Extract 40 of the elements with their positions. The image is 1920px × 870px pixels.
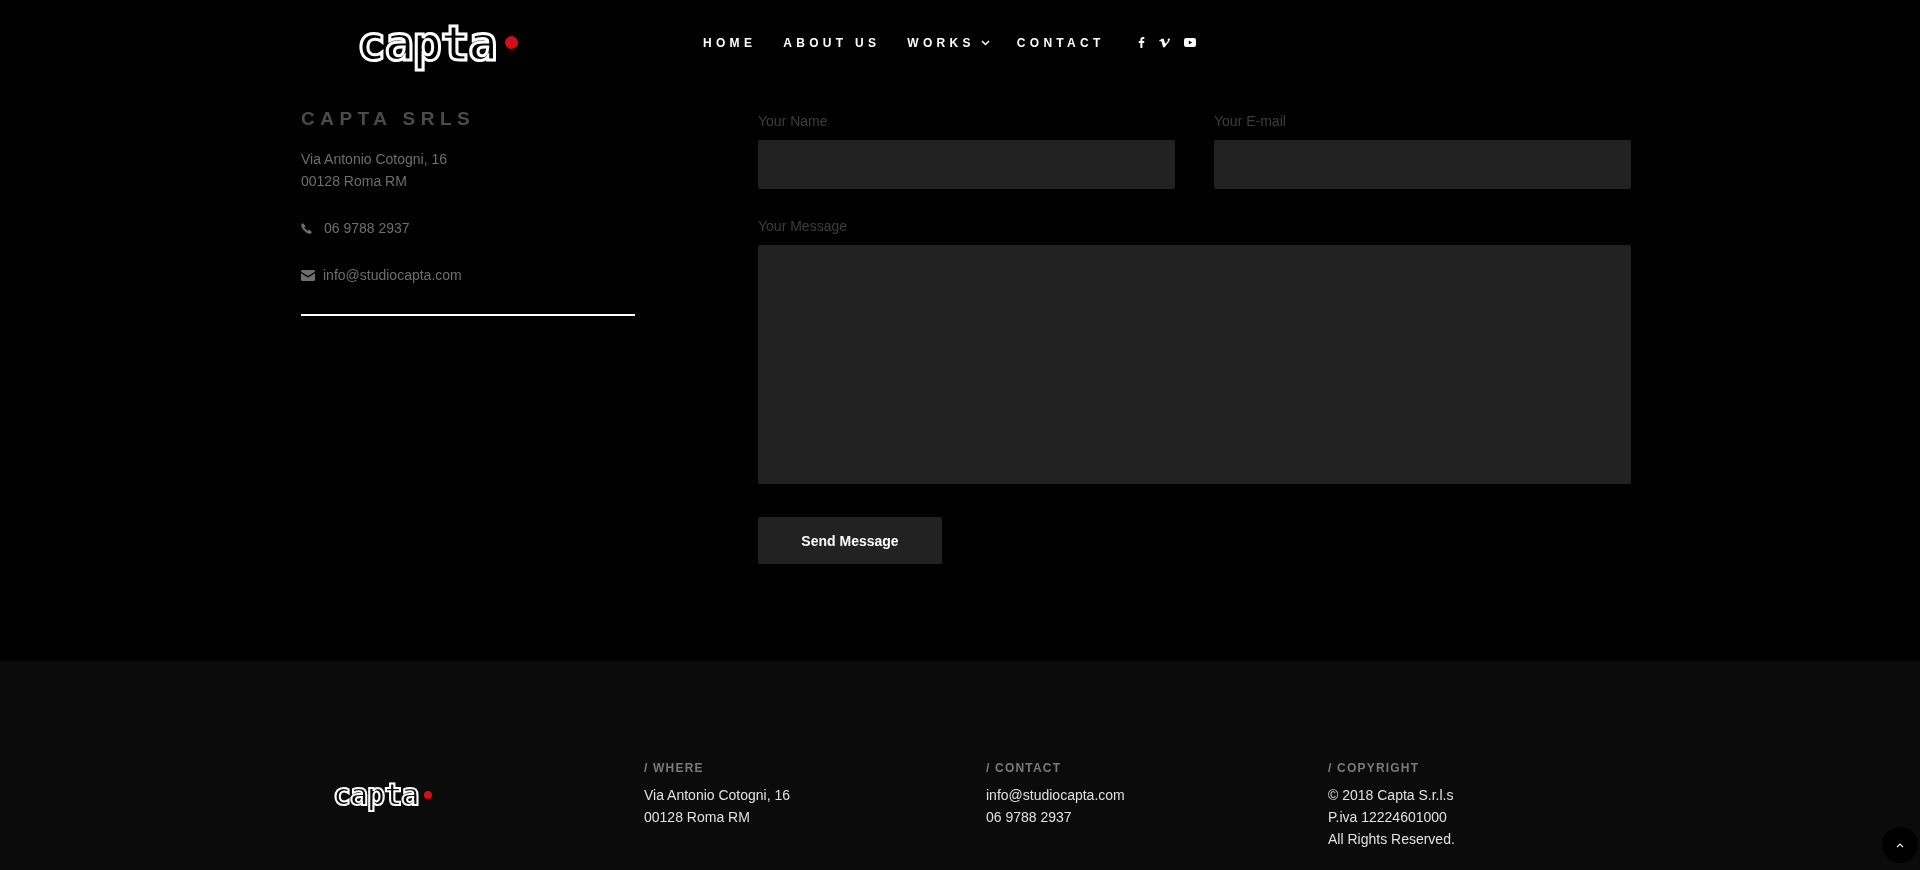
scroll-to-top-button[interactable] (1882, 827, 1918, 863)
name-input[interactable] (758, 140, 1175, 189)
chevron-down-icon (980, 39, 990, 46)
logo-dot-icon (504, 36, 518, 49)
company-name: CAPTA SRLS (301, 109, 477, 128)
youtube-icon[interactable] (1183, 38, 1196, 47)
footer-text: 00128 Roma RM (644, 808, 751, 827)
capta-logo[interactable]: capta (353, 12, 536, 73)
phone-number: 06 9788 2937 (324, 219, 410, 238)
footer-text: All Rights Reserved. (1328, 830, 1456, 849)
footer-text: © 2018 Capta S.r.l.s (1328, 786, 1455, 805)
footer-text: info@studiocapta.com (986, 786, 1126, 805)
nav-link[interactable]: ABOUT US (783, 35, 881, 50)
vimeo-icon[interactable] (1158, 37, 1170, 48)
email-address[interactable]: info@studiocapta.com (323, 264, 462, 286)
phone-icon (301, 222, 312, 234)
field-label: Your Name (758, 113, 829, 129)
address-line: Via Antonio Cotogni, 16 (301, 150, 449, 169)
footer-heading: / CONTACT (986, 761, 1063, 775)
nav-link[interactable]: HOME (703, 35, 757, 50)
footer-text: P.iva 12224601000 (1328, 808, 1448, 827)
nav-link[interactable]: CONTACT (1016, 35, 1105, 50)
address-line: 00128 Roma RM (301, 172, 408, 191)
chevron-up-icon (1896, 842, 1904, 848)
nav-link[interactable]: WORKS (907, 35, 990, 50)
capta-logo[interactable]: capta (330, 775, 644, 815)
message-textarea[interactable] (758, 245, 1631, 484)
logo-wordmark: capta (332, 776, 420, 814)
footer-text: 06 9788 2937 (986, 808, 1073, 827)
email-input[interactable] (1214, 140, 1631, 189)
send-message-button[interactable]: Send Message (758, 517, 942, 564)
logo-dot-icon (424, 791, 433, 799)
field-label: Your Message (758, 218, 848, 234)
logo-wordmark: capta (356, 13, 498, 73)
field-label: Your E-mail (1214, 113, 1287, 129)
facebook-icon[interactable] (1137, 37, 1145, 48)
footer-heading: / WHERE (644, 761, 705, 775)
footer-heading: / COPYRIGHT (1328, 761, 1421, 775)
envelope-icon (301, 269, 315, 281)
footer-text: Via Antonio Cotogni, 16 (644, 786, 792, 805)
